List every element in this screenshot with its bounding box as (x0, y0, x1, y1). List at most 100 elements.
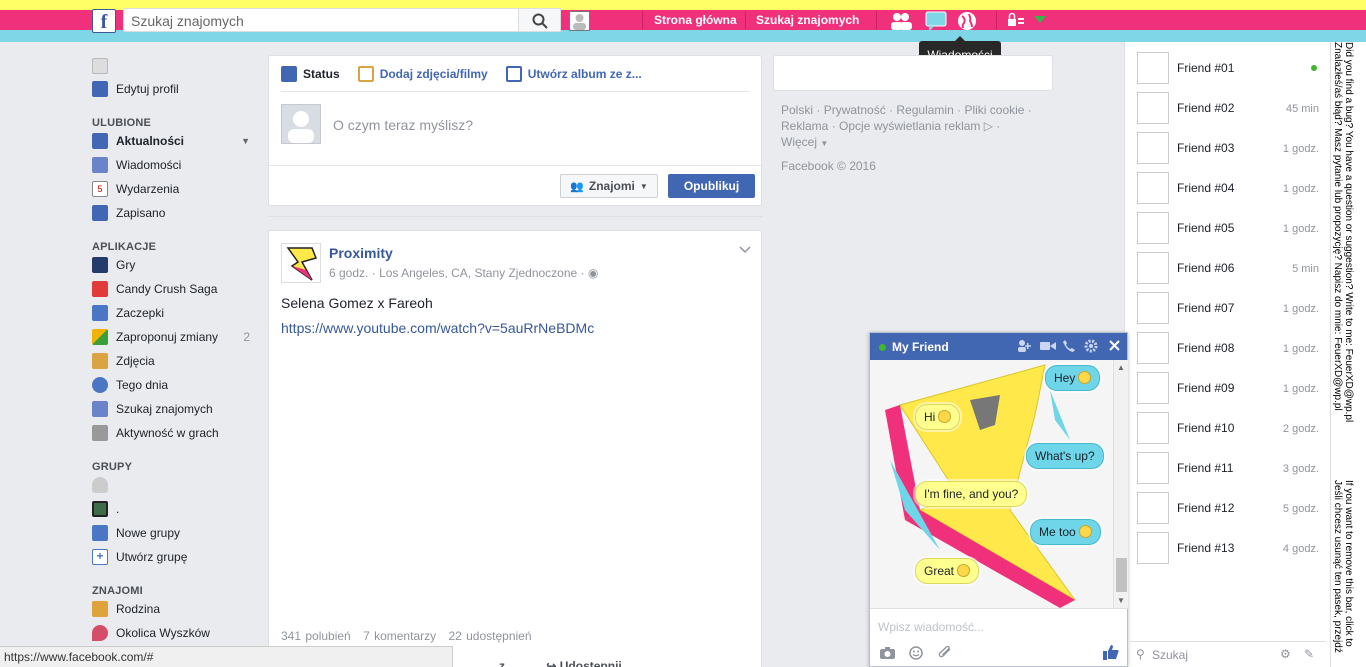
chat-friend-item[interactable]: Friend #05 1 godz. (1137, 212, 1319, 244)
chat-message-input[interactable]: Wpisz wiadomość... (870, 608, 1128, 638)
comments-count[interactable]: 7 komentarzy (363, 629, 436, 643)
banner-remove-en[interactable]: If you want to remove this bar, click to (1343, 480, 1354, 647)
chat-friend-item[interactable]: Friend #06 5 min (1137, 252, 1319, 284)
footer-link[interactable]: Prywatność (824, 103, 886, 117)
sidebar-item-messages[interactable]: Wiadomości (92, 153, 260, 177)
chat-friend-item[interactable]: Friend #01 (1137, 52, 1319, 84)
post-link[interactable]: https://www.youtube.com/watch?v=5auRrNeB… (281, 320, 594, 336)
chat-friend-item[interactable]: Friend #13 4 godz. (1137, 532, 1319, 564)
tab-status[interactable]: Status (281, 65, 340, 82)
audience-selector-button[interactable]: 👥 Znajomi ▼ (560, 174, 658, 198)
thumbs-up-icon[interactable] (1103, 644, 1119, 660)
gear-icon[interactable] (1084, 339, 1098, 353)
footer-link[interactable]: Polski (781, 103, 813, 117)
sidebar-item-on-this-day[interactable]: Tego dnia (92, 373, 260, 397)
chat-messages[interactable]: Hey Hi What's up? I'm fine, and you? Me … (870, 360, 1113, 608)
sidebar-item-create-group[interactable]: + Utwórz grupę (92, 545, 260, 569)
sidebar-item-photos[interactable]: Zdjęcia (92, 349, 260, 373)
groups-header: GRUPY (92, 461, 133, 473)
sidebar-item-pokes[interactable]: Zaczepki (92, 301, 260, 325)
chat-window-title[interactable]: My Friend (892, 340, 949, 354)
sidebar-item-group[interactable] (92, 473, 260, 497)
nav-separator (745, 11, 746, 29)
sidebar-item-events[interactable]: 5 Wydarzenia (92, 177, 260, 201)
ad-choices-icon[interactable]: ▷ (984, 119, 993, 133)
add-friend-icon[interactable] (1017, 339, 1031, 353)
likes-count[interactable]: 341 polubień (281, 629, 351, 643)
sidebar-item-group[interactable]: . (92, 497, 260, 521)
tab-add-photos[interactable]: Dodaj zdjęcia/filmy (357, 65, 488, 82)
globe-notifications-icon[interactable] (957, 11, 977, 31)
composer-body[interactable]: O czym teraz myślisz? (269, 92, 761, 166)
chat-friend-item[interactable]: Friend #10 2 godz. (1137, 412, 1319, 444)
scroll-up-arrow-icon[interactable]: ▲ (1117, 363, 1125, 372)
footer-link[interactable]: Reklama (781, 119, 828, 133)
camera-icon[interactable] (880, 647, 895, 659)
gear-icon[interactable]: ⚙ (1280, 647, 1291, 661)
caret-down-icon[interactable]: ▼ (241, 136, 250, 146)
banner-remove-pl[interactable]: Jeśli chcesz usunąć ten pasek, przejdź (1332, 480, 1343, 653)
chat-search-input[interactable]: Szukaj (1152, 648, 1188, 662)
chat-friend-item[interactable]: Friend #09 1 godz. (1137, 372, 1319, 404)
chat-friend-item[interactable]: Friend #03 1 godz. (1137, 132, 1319, 164)
banner-text-en[interactable]: Did you find a bug? You have a question … (1343, 42, 1354, 422)
sidebar-item-find-friends[interactable]: Szukaj znajomych (92, 397, 260, 421)
action-partial[interactable]: z (499, 659, 505, 667)
post-author[interactable]: Proximity (329, 245, 393, 261)
sidebar-item-saved[interactable]: Zapisano (92, 201, 260, 225)
chat-friend-item[interactable]: Friend #12 5 godz. (1137, 492, 1319, 524)
publish-button[interactable]: Opublikuj (668, 174, 755, 198)
bookmark-icon (92, 205, 108, 221)
composer-input[interactable]: O czym teraz myślisz? (333, 117, 473, 133)
phone-icon[interactable] (1062, 339, 1076, 353)
compose-icon[interactable]: ✎ (1304, 647, 1314, 661)
chat-friend-item[interactable]: Friend #04 1 godz. (1137, 172, 1319, 204)
sidebar-item-family[interactable]: Rodzina (92, 597, 260, 621)
profile-photo-row[interactable] (92, 55, 260, 77)
sidebar-item-games[interactable]: Gry (92, 253, 260, 277)
video-call-icon[interactable] (1040, 339, 1056, 353)
privacy-lock-icon[interactable] (1007, 11, 1025, 29)
scrollbar-thumb[interactable] (1116, 558, 1127, 592)
search-input[interactable]: Szukaj znajomych (123, 8, 519, 32)
share-action[interactable]: Udostępnij (560, 659, 622, 667)
friend-requests-icon[interactable] (890, 11, 912, 31)
banner-text-pl[interactable]: Znalazłeś/aś błąd? Masz pytanie lub prop… (1332, 42, 1343, 411)
profile-avatar[interactable] (569, 11, 590, 31)
chat-window-header[interactable]: My Friend (870, 333, 1127, 360)
nav-home-link[interactable]: Strona główna (654, 13, 737, 27)
chat-scrollbar[interactable]: ▲ ▼ (1113, 360, 1128, 608)
tab-create-album[interactable]: Utwórz album ze z... (505, 65, 642, 82)
post-time[interactable]: 6 godz. (329, 266, 368, 280)
chat-friend-item[interactable]: Friend #02 45 min (1137, 92, 1319, 124)
chat-friend-item[interactable]: Friend #08 1 godz. (1137, 332, 1319, 364)
footer-link[interactable]: Opcje wyświetlania reklam (839, 119, 980, 133)
sidebar-item-candy-crush[interactable]: Candy Crush Saga (92, 277, 260, 301)
messages-icon[interactable] (925, 11, 947, 31)
footer-link[interactable]: Pliki cookie (964, 103, 1024, 117)
sidebar-item-game-activity[interactable]: Aktywność w grach (92, 421, 260, 445)
post-location[interactable]: Los Angeles, CA, Stany Zjednoczone (379, 266, 577, 280)
scroll-down-arrow-icon[interactable]: ▼ (1117, 596, 1125, 605)
globe-privacy-icon[interactable]: ◉ (588, 266, 598, 280)
chat-friend-item[interactable]: Friend #11 3 godz. (1137, 452, 1319, 484)
chevron-down-icon[interactable] (739, 243, 751, 257)
footer-link[interactable]: Regulamin (896, 103, 953, 117)
friend-avatar (1137, 412, 1169, 444)
footer-more-link[interactable]: Więcej (781, 135, 817, 149)
sidebar-item-new-groups[interactable]: Nowe grupy (92, 521, 260, 545)
sidebar-item-news-feed[interactable]: Aktualności ▼ (92, 129, 260, 153)
attachment-icon[interactable] (938, 646, 954, 660)
shares-count[interactable]: 22 udostępnień (448, 629, 531, 643)
nav-find-friends-link[interactable]: Szukaj znajomych (756, 13, 859, 27)
page-avatar[interactable] (281, 243, 321, 283)
edit-profile-link[interactable]: Edytuj profil (92, 77, 260, 101)
emoji-picker-icon[interactable] (909, 646, 923, 660)
close-icon[interactable] (1108, 339, 1121, 352)
search-button[interactable] (519, 8, 561, 32)
sidebar-item-suggest-edits[interactable]: Zaproponuj zmiany 2 (92, 325, 260, 349)
chat-friend-item[interactable]: Friend #07 1 godz. (1137, 292, 1319, 324)
sidebar-item-nearby[interactable]: Okolica Wyszków (92, 621, 260, 645)
account-menu-arrow-icon[interactable] (1034, 16, 1046, 24)
facebook-logo[interactable]: f (92, 9, 116, 33)
